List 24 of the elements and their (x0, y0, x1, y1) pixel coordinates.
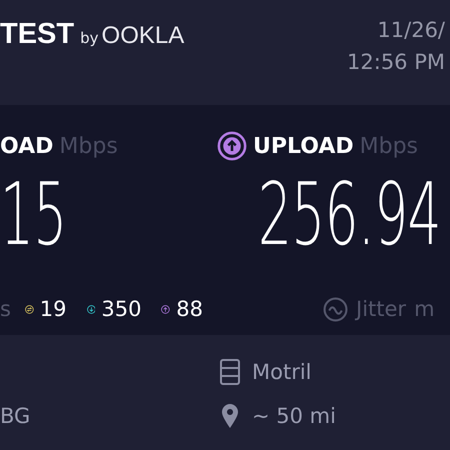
isp-name: BG (0, 403, 32, 430)
logo-by-text: by (80, 29, 99, 47)
location-pin-icon (220, 403, 240, 429)
server-distance: ~ 50 mi (252, 404, 336, 428)
upload-speed: 256.94 (258, 167, 441, 263)
ping-value: 88 (176, 297, 203, 321)
logo-brand-text: OOKLA (102, 22, 184, 50)
jitter-label: Jitter (356, 297, 406, 321)
download-label: OAD (0, 134, 54, 158)
jitter-unit: m (414, 297, 435, 321)
ping-value: 19 (40, 297, 67, 321)
upload-icon (217, 131, 247, 161)
unit-label: Mbps (59, 134, 118, 158)
unit-label: Mbps (360, 134, 418, 158)
ping-unit: s (0, 297, 11, 321)
upload-label: UPLOAD (253, 134, 354, 158)
test-time: 12:56 PM (347, 49, 445, 76)
server-icon (220, 359, 240, 385)
server-name: Motril (252, 360, 312, 384)
download-speed: 15 (0, 167, 67, 263)
logo-text: TEST (0, 18, 74, 51)
test-date: 11/26/ (377, 17, 445, 44)
ping-value: 350 (101, 297, 142, 321)
wave-icon (323, 296, 348, 322)
